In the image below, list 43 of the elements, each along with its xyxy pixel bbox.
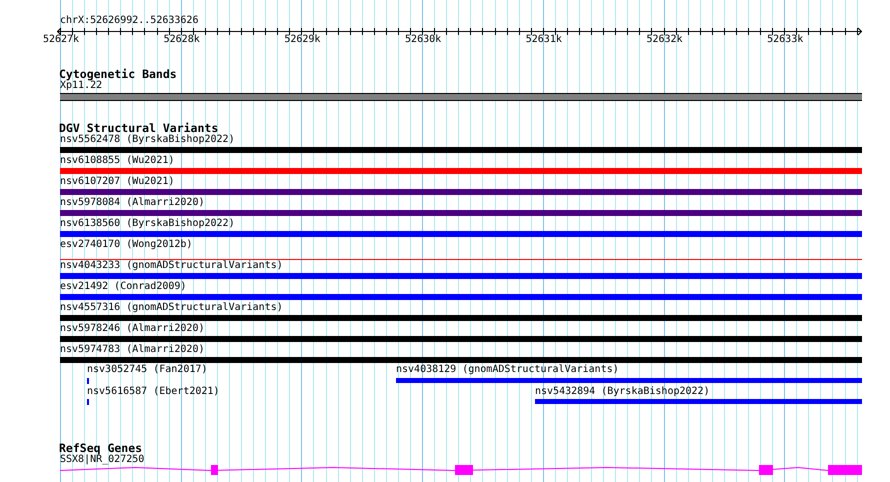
feature-label[interactable]: nsv5616587 (Ebert2021) <box>87 386 220 398</box>
variant-bar[interactable] <box>60 189 862 195</box>
variant-bar[interactable] <box>60 210 862 216</box>
feature-label[interactable]: nsv4043233 (gnomADStructuralVariants) <box>60 260 283 272</box>
cytoband-bar[interactable] <box>60 93 862 101</box>
feature-label[interactable]: SSX8|NR_027250 <box>60 454 144 466</box>
variant-line[interactable] <box>60 259 862 260</box>
variant-bar[interactable] <box>60 336 862 342</box>
feature-label[interactable]: nsv5978084 (Almarri2020) <box>60 197 204 209</box>
variant-bar[interactable] <box>60 294 862 300</box>
feature-label[interactable]: nsv6107207 (Wu2021) <box>60 176 174 188</box>
ruler-tick-label: 52633k <box>767 34 804 46</box>
variant-bar[interactable] <box>60 273 862 279</box>
variant-bar[interactable] <box>60 357 862 363</box>
feature-label[interactable]: esv2740170 (Wong2012b) <box>60 239 192 251</box>
feature-label[interactable]: nsv3052745 (Fan2017) <box>87 364 208 376</box>
gene-model-drawing[interactable] <box>60 465 862 475</box>
feature-label[interactable]: nsv5978246 (Almarri2020) <box>60 323 204 335</box>
ruler-tick-label: 52629k <box>284 34 320 46</box>
feature-label[interactable]: nsv4557316 (gnomADStructuralVariants) <box>60 302 283 314</box>
variant-bar[interactable] <box>60 231 862 237</box>
feature-label[interactable]: nsv6108855 (Wu2021) <box>60 155 174 167</box>
ruler-tick-label: 52632k <box>646 34 683 46</box>
variant-bar[interactable] <box>396 378 862 383</box>
ruler-tick-label: 52631k <box>526 34 562 46</box>
feature-label[interactable]: nsv5562478 (ByrskaBishop2022) <box>60 134 235 146</box>
track-title: RefSeq Genes <box>59 441 142 455</box>
ruler-tick-label: 52628k <box>164 34 200 46</box>
track-title: DGV Structural Variants <box>59 121 218 135</box>
feature-label[interactable]: nsv4038129 (gnomADStructuralVariants) <box>396 364 619 376</box>
feature-label[interactable]: nsv5432894 (ByrskaBishop2022) <box>535 386 710 398</box>
feature-label[interactable]: Xp11.22 <box>60 80 102 92</box>
variant-bar[interactable] <box>535 399 862 404</box>
ruler-tick-label: 52627k <box>42 34 80 46</box>
variant-bar[interactable] <box>60 147 862 153</box>
variant-bar[interactable] <box>60 315 862 321</box>
feature-label[interactable]: nsv5974783 (Almarri2020) <box>60 344 204 356</box>
variant-bar[interactable] <box>60 168 862 174</box>
feature-label[interactable]: esv21492 (Conrad2009) <box>60 281 186 293</box>
ruler-tick-label: 52630k <box>405 34 442 46</box>
location-label: chrX:52626992..52633626 <box>60 15 198 27</box>
feature-label[interactable]: nsv6138560 (ByrskaBishop2022) <box>60 218 235 230</box>
track-title: Cytogenetic Bands <box>59 67 177 81</box>
